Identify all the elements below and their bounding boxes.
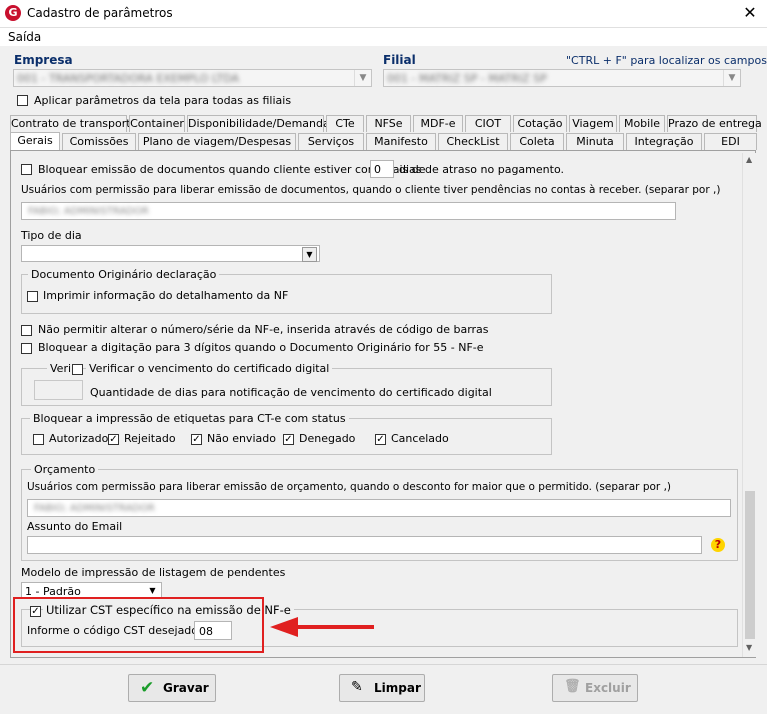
bloquear-digitacao-label: Bloquear a digitação para 3 dígitos quan… <box>38 341 484 354</box>
nao-enviado-label: Não enviado <box>207 432 276 445</box>
certificado-title-prefix: Veri <box>47 362 75 375</box>
empresa-label: Empresa <box>14 53 73 67</box>
close-icon[interactable]: ✕ <box>738 2 762 24</box>
broom-icon: ✎ <box>351 679 363 695</box>
qtd-dias-input[interactable] <box>34 380 83 400</box>
cancelado-checkbox[interactable]: ✓ <box>375 434 386 445</box>
trash-icon: 🗑 <box>564 679 581 694</box>
autorizado-checkbox[interactable] <box>33 434 44 445</box>
denegado-checkbox[interactable]: ✓ <box>283 434 294 445</box>
rejeitado-label: Rejeitado <box>124 432 176 445</box>
chevron-down-icon: ▼ <box>354 70 371 86</box>
orcamento-title: Orçamento <box>31 463 99 476</box>
tab-integracao[interactable]: Integração <box>626 133 702 150</box>
tab-plano-viagem[interactable]: Plano de viagem/Despesas <box>138 133 296 150</box>
empresa-select[interactable]: 001 - TRANSPORTADORA EXEMPLO LTDA ▼ <box>13 69 372 87</box>
orc-usuarios-input[interactable]: FABIO; ADMINISTRADOR <box>27 499 731 517</box>
bloquear-emissao-label: Bloquear emissão de documentos quando cl… <box>38 163 426 176</box>
apply-all-label: Aplicar parâmetros da tela para todas as… <box>34 94 292 107</box>
tab-prazo-entrega[interactable]: Prazo de entrega <box>667 115 762 132</box>
menu-saida[interactable]: Saída <box>8 30 41 44</box>
dias-atraso-suffix: dias de atraso no pagamento. <box>399 163 564 176</box>
tab-manifesto[interactable]: Manifesto <box>366 133 436 150</box>
usuarios-liberar-input[interactable]: FABIO; ADMINISTRADOR <box>21 202 676 220</box>
excluir-label: Excluir <box>585 681 631 695</box>
tab-contrato-transporte[interactable]: Contrato de transporte <box>10 115 137 132</box>
tab-gerais[interactable]: Gerais <box>10 132 60 151</box>
gravar-label: Gravar <box>163 681 209 695</box>
nao-enviado-checkbox[interactable]: ✓ <box>191 434 202 445</box>
vertical-scrollbar[interactable]: ▲ ▼ <box>742 153 757 657</box>
tipo-dia-select[interactable]: ▼ <box>21 245 320 262</box>
qtd-dias-label: Quantidade de dias para notificação de v… <box>90 386 492 399</box>
chevron-down-icon: ▼ <box>149 586 156 595</box>
tab-container[interactable]: Container <box>129 115 185 132</box>
tab-cotacao[interactable]: Cotação <box>513 115 567 132</box>
filial-label: Filial <box>383 53 416 67</box>
assunto-email-input[interactable] <box>27 536 702 554</box>
tab-mdfe[interactable]: MDF-e <box>413 115 463 132</box>
excluir-button[interactable]: 🗑 Excluir <box>552 674 638 702</box>
apply-all-checkbox[interactable] <box>17 95 28 106</box>
bloquear-digitacao-checkbox[interactable] <box>21 343 32 354</box>
nao-permitir-checkbox[interactable] <box>21 325 32 336</box>
red-arrow-icon <box>270 617 374 637</box>
imprimir-info-checkbox[interactable] <box>27 291 38 302</box>
check-icon: ✔ <box>140 678 155 698</box>
imprimir-info-label: Imprimir informação do detalhamento da N… <box>43 289 289 302</box>
orc-usuarios-label: Usuários com permissão para liberar emis… <box>27 481 672 493</box>
scroll-up-icon[interactable]: ▲ <box>746 155 752 164</box>
app-logo-icon: G <box>5 5 21 21</box>
help-question-icon[interactable]: ? <box>711 538 725 552</box>
tab-ciot[interactable]: CIOT <box>465 115 511 132</box>
limpar-label: Limpar <box>374 681 421 695</box>
gravar-button[interactable]: ✔ Gravar <box>128 674 216 702</box>
cancelado-label: Cancelado <box>391 432 449 445</box>
verificar-vencimento-label: Verificar o vencimento do certificado di… <box>86 362 333 375</box>
title-bar: G Cadastro de parâmetros ✕ <box>0 0 767 28</box>
filial-value: 001 - MATRIZ SP - MATRIZ SP <box>387 72 547 85</box>
tab-mobile[interactable]: Mobile <box>619 115 665 132</box>
dias-atraso-input[interactable]: 0 <box>370 160 394 178</box>
filial-select[interactable]: 001 - MATRIZ SP - MATRIZ SP ▼ <box>383 69 741 87</box>
etiquetas-title: Bloquear a impressão de etiquetas para C… <box>30 412 349 425</box>
limpar-button[interactable]: ✎ Limpar <box>339 674 425 702</box>
empresa-value: 001 - TRANSPORTADORA EXEMPLO LTDA <box>17 72 240 85</box>
window-title: Cadastro de parâmetros <box>27 6 173 20</box>
denegado-label: Denegado <box>299 432 356 445</box>
tab-servicos[interactable]: Serviços <box>298 133 364 150</box>
tab-nfse[interactable]: NFSe <box>366 115 411 132</box>
chevron-down-icon: ▼ <box>302 247 317 262</box>
tab-cte[interactable]: CTe <box>326 115 364 132</box>
rejeitado-checkbox[interactable]: ✓ <box>108 434 119 445</box>
usuarios-liberar-value: FABIO; ADMINISTRADOR <box>28 206 149 217</box>
verificar-vencimento-checkbox[interactable] <box>72 364 83 375</box>
tab-checklist[interactable]: CheckList <box>438 133 508 150</box>
tab-disponibilidade[interactable]: Disponibilidade/Demanda <box>187 115 330 132</box>
footer-divider <box>0 664 767 665</box>
tab-comissoes[interactable]: Comissões <box>62 133 136 150</box>
modelo-impressao-label: Modelo de impressão de listagem de pende… <box>21 566 286 579</box>
doc-originario-title: Documento Originário declaração <box>28 268 220 281</box>
menu-bar: Saída <box>0 28 767 46</box>
usuarios-liberar-label: Usuários com permissão para liberar emis… <box>21 184 721 196</box>
autorizado-label: Autorizado <box>49 432 109 445</box>
assunto-email-label: Assunto do Email <box>27 520 123 533</box>
tipo-dia-label: Tipo de dia <box>21 229 82 242</box>
tab-edi[interactable]: EDI <box>704 133 757 150</box>
chevron-down-icon: ▼ <box>723 70 740 86</box>
orc-usuarios-value: FABIO; ADMINISTRADOR <box>34 503 155 514</box>
tab-viagem[interactable]: Viagem <box>569 115 617 132</box>
highlight-box <box>13 597 264 653</box>
tab-coleta[interactable]: Coleta <box>510 133 564 150</box>
tab-minuta[interactable]: Minuta <box>566 133 624 150</box>
search-hint: "CTRL + F" para localizar os campos <box>566 54 767 67</box>
nao-permitir-label: Não permitir alterar o número/série da N… <box>38 323 489 336</box>
bloquear-emissao-checkbox[interactable] <box>21 164 32 175</box>
scroll-down-icon[interactable]: ▼ <box>746 643 752 652</box>
scrollbar-thumb[interactable] <box>745 491 755 639</box>
